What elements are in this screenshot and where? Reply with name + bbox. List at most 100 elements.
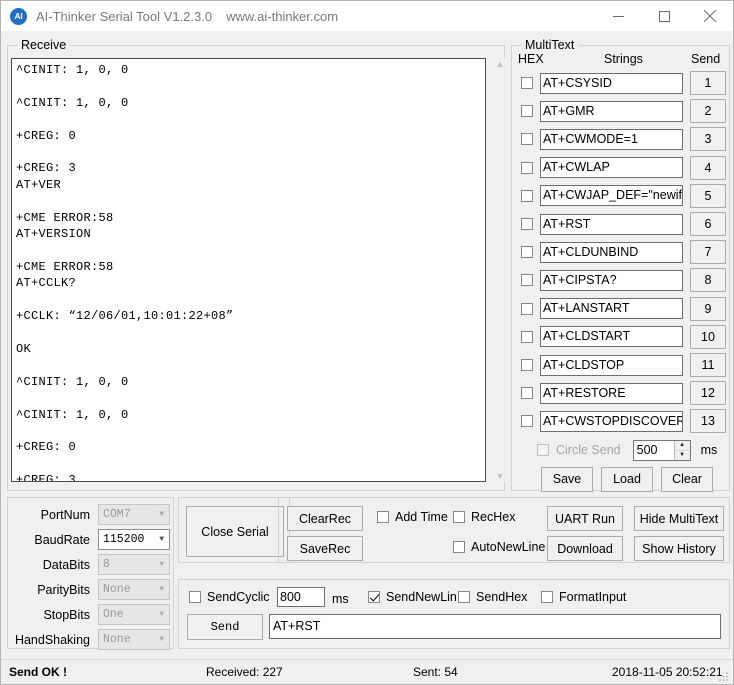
- chevron-down-icon[interactable]: ▼: [159, 510, 164, 519]
- uart-run-button[interactable]: UART Run: [547, 506, 623, 531]
- show-history-button[interactable]: Show History: [634, 536, 724, 561]
- hex-checkbox[interactable]: [521, 330, 533, 343]
- hex-checkbox[interactable]: [521, 189, 533, 202]
- stepper-up-icon[interactable]: ▲: [674, 440, 690, 451]
- send-newline-checkbox[interactable]: [368, 591, 380, 603]
- port-setting-label: ParityBits: [37, 582, 90, 597]
- rec-hex-checkbox[interactable]: [453, 511, 465, 523]
- multitext-send-button[interactable]: 1: [690, 71, 726, 95]
- multitext-command-input[interactable]: AT+CLDSTOP: [540, 354, 683, 376]
- chevron-down-icon[interactable]: ▼: [159, 585, 164, 594]
- port-setting-select[interactable]: 115200 ▼: [98, 529, 170, 550]
- port-setting-label: PortNum: [40, 507, 90, 522]
- send-newline-checkbox-row[interactable]: SendNewLin: [368, 590, 457, 604]
- resize-grip-icon[interactable]: [718, 670, 730, 682]
- format-input-checkbox[interactable]: [541, 591, 553, 603]
- receive-textarea[interactable]: ^CINIT: 1, 0, 0 ^CINIT: 1, 0, 0 +CREG: 0…: [11, 58, 486, 482]
- chevron-down-icon[interactable]: ▼: [159, 535, 164, 544]
- hex-checkbox[interactable]: [521, 77, 533, 89]
- cyclic-ms-label: ms: [332, 592, 349, 606]
- receive-scrollbar[interactable]: ▲ ▼: [492, 58, 508, 482]
- save-rec-button[interactable]: SaveRec: [287, 536, 363, 561]
- send-hex-checkbox[interactable]: [458, 591, 470, 603]
- multitext-command-input[interactable]: AT+CWSTOPDISCOVER: [540, 410, 683, 432]
- port-setting-select[interactable]: One ▼: [98, 604, 170, 625]
- multitext-command-input[interactable]: AT+RST: [540, 213, 683, 235]
- multitext-command-input[interactable]: AT+CIPSTA?: [540, 269, 683, 291]
- add-time-checkbox-row[interactable]: Add Time: [377, 510, 448, 524]
- multitext-send-button[interactable]: 2: [690, 99, 726, 124]
- circle-send-label: Circle Send: [556, 443, 621, 457]
- add-time-checkbox[interactable]: [377, 511, 389, 523]
- hex-checkbox[interactable]: [521, 246, 533, 259]
- multitext-send-button[interactable]: 6: [690, 212, 726, 236]
- clear-rec-button[interactable]: ClearRec: [287, 506, 363, 531]
- close-serial-button[interactable]: Close Serial: [186, 506, 284, 557]
- close-icon[interactable]: [687, 1, 733, 31]
- minimize-icon[interactable]: [595, 1, 641, 31]
- multitext-send-button[interactable]: 4: [690, 155, 726, 180]
- hex-checkbox[interactable]: [521, 415, 533, 428]
- multitext-send-button[interactable]: 11: [690, 353, 726, 377]
- send-hex-checkbox-row[interactable]: SendHex: [458, 590, 527, 604]
- multitext-command-input[interactable]: AT+CSYSID: [540, 72, 683, 94]
- multitext-command-input[interactable]: AT+RESTORE: [540, 382, 683, 404]
- auto-newline-checkbox-row[interactable]: AutoNewLine: [453, 540, 545, 554]
- chevron-down-icon[interactable]: ▼: [159, 635, 164, 644]
- circle-send-interval-value: 500: [636, 443, 658, 457]
- multitext-send-button[interactable]: 13: [690, 409, 726, 434]
- save-button[interactable]: Save: [541, 466, 593, 492]
- port-setting-select[interactable]: None ▼: [98, 579, 170, 600]
- multitext-send-button[interactable]: 9: [690, 296, 726, 321]
- chevron-up-icon[interactable]: ▲: [496, 58, 505, 70]
- load-button[interactable]: Load: [601, 466, 653, 492]
- send-input[interactable]: AT+RST: [269, 614, 721, 639]
- multitext-command-input[interactable]: AT+LANSTART: [540, 298, 683, 320]
- send-newline-label: SendNewLin: [386, 590, 457, 604]
- port-setting-label: BaudRate: [34, 532, 90, 547]
- send-cyclic-checkbox[interactable]: [189, 591, 201, 603]
- multitext-command-input[interactable]: AT+CWMODE=1: [540, 128, 683, 150]
- hex-checkbox[interactable]: [521, 387, 533, 400]
- stepper-down-icon[interactable]: ▼: [674, 450, 690, 460]
- hex-checkbox[interactable]: [521, 161, 533, 174]
- hex-checkbox[interactable]: [521, 133, 533, 146]
- multitext-command-input[interactable]: AT+CLDSTART: [540, 326, 683, 348]
- multitext-send-button[interactable]: 3: [690, 127, 726, 152]
- port-setting-label: StopBits: [43, 607, 90, 622]
- multitext-command-input[interactable]: AT+GMR: [540, 100, 683, 122]
- maximize-icon[interactable]: [641, 1, 687, 31]
- stepper-buttons[interactable]: ▲ ▼: [673, 440, 690, 460]
- multitext-header: HEX Strings Send: [512, 52, 729, 68]
- format-input-checkbox-row[interactable]: FormatInput: [541, 590, 626, 604]
- multitext-send-button[interactable]: 7: [690, 240, 726, 265]
- port-setting-select[interactable]: None ▼: [98, 629, 170, 650]
- multitext-send-button[interactable]: 8: [690, 268, 726, 293]
- hide-multitext-button[interactable]: Hide MultiText: [634, 506, 724, 531]
- circle-send-interval-stepper[interactable]: 500 ▲ ▼: [632, 439, 691, 461]
- circle-send-checkbox[interactable]: [537, 444, 549, 456]
- hex-checkbox[interactable]: [521, 218, 533, 230]
- multitext-command-input[interactable]: AT+CWLAP: [540, 157, 683, 179]
- auto-newline-checkbox[interactable]: [453, 541, 465, 553]
- clear-button[interactable]: Clear: [661, 466, 713, 492]
- port-setting-select[interactable]: COM7 ▼: [98, 504, 170, 525]
- multitext-send-button[interactable]: 12: [690, 381, 726, 406]
- hex-checkbox[interactable]: [521, 302, 533, 315]
- multitext-command-input[interactable]: AT+CWJAP_DEF="newifi_: [540, 185, 683, 207]
- multitext-command-input[interactable]: AT+CLDUNBIND: [540, 241, 683, 263]
- rec-hex-checkbox-row[interactable]: RecHex: [453, 510, 515, 524]
- chevron-down-icon[interactable]: ▼: [159, 560, 164, 569]
- port-setting-select[interactable]: 8 ▼: [98, 554, 170, 575]
- chevron-down-icon[interactable]: ▼: [496, 470, 505, 482]
- download-button[interactable]: Download: [547, 536, 623, 561]
- multitext-send-button[interactable]: 10: [690, 324, 726, 349]
- multitext-send-button[interactable]: 5: [690, 183, 726, 208]
- cyclic-interval-input[interactable]: 800: [277, 587, 325, 607]
- chevron-down-icon[interactable]: ▼: [159, 610, 164, 619]
- send-cyclic-checkbox-row[interactable]: SendCyclic: [189, 590, 270, 604]
- hex-checkbox[interactable]: [521, 359, 533, 371]
- send-button[interactable]: Send: [187, 614, 263, 640]
- hex-checkbox[interactable]: [521, 274, 533, 287]
- hex-checkbox[interactable]: [521, 105, 533, 118]
